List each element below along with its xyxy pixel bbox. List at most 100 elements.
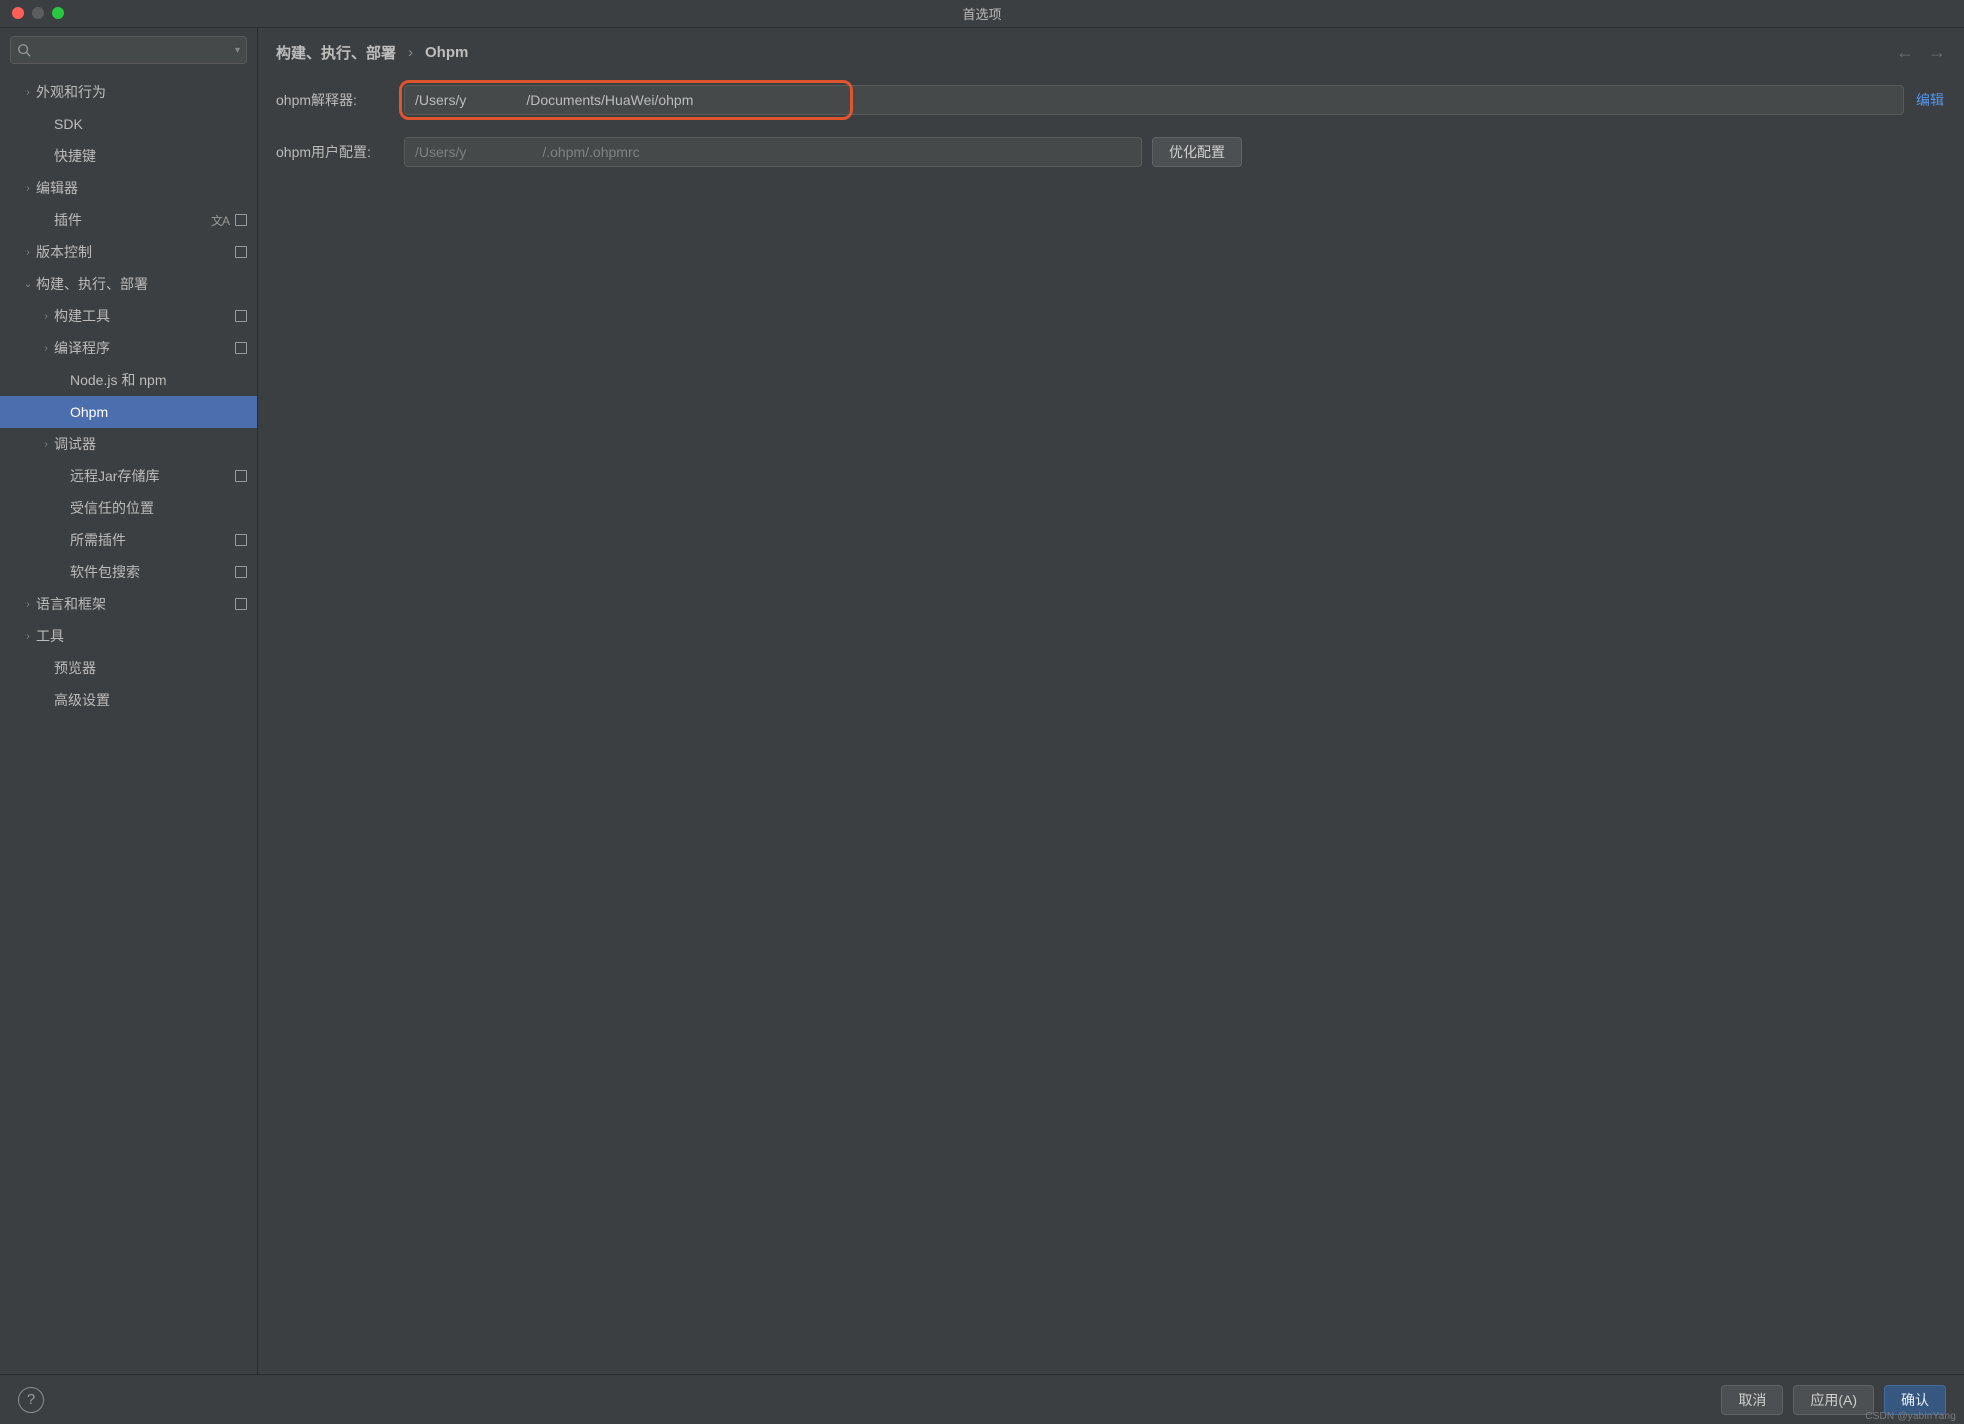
chevron-right-icon[interactable]: › bbox=[20, 631, 36, 642]
sidebar-item[interactable]: SDK bbox=[0, 108, 257, 140]
sidebar-item[interactable]: 快捷键 bbox=[0, 140, 257, 172]
back-icon[interactable]: ← bbox=[1896, 42, 1914, 63]
help-button[interactable]: ? bbox=[18, 1387, 44, 1413]
sidebar-item[interactable]: ›工具 bbox=[0, 620, 257, 652]
chevron-down-icon[interactable]: ⌄ bbox=[20, 279, 36, 290]
chevron-right-icon[interactable]: › bbox=[20, 87, 36, 98]
interpreter-suffix: /Documents/HuaWei/ohpm bbox=[526, 92, 693, 108]
sidebar-item-badges bbox=[235, 566, 247, 578]
sidebar-item-label: SDK bbox=[54, 116, 247, 132]
sidebar-item-badges bbox=[235, 470, 247, 482]
sidebar-item[interactable]: ›版本控制 bbox=[0, 236, 257, 268]
apply-button[interactable]: 应用(A) bbox=[1793, 1385, 1874, 1415]
minimize-icon[interactable] bbox=[32, 7, 44, 19]
window-title: 首选项 bbox=[962, 4, 1001, 23]
optimize-config-button[interactable]: 优化配置 bbox=[1152, 137, 1242, 167]
window-controls bbox=[12, 7, 64, 19]
sidebar-item[interactable]: 软件包搜索 bbox=[0, 556, 257, 588]
watermark: CSDN @yabinYang bbox=[1865, 1411, 1956, 1422]
sidebar-item-label: 高级设置 bbox=[54, 690, 247, 710]
sidebar-item[interactable]: ›调试器 bbox=[0, 428, 257, 460]
sidebar-item-label: Ohpm bbox=[70, 404, 247, 420]
maximize-icon[interactable] bbox=[52, 7, 64, 19]
sidebar-item-badges bbox=[235, 310, 247, 322]
ok-button[interactable]: 确认 bbox=[1884, 1385, 1946, 1415]
project-scope-icon bbox=[235, 598, 247, 610]
settings-tree: ›外观和行为SDK快捷键›编辑器插件文A›版本控制⌄构建、执行、部署›构建工具›… bbox=[0, 72, 257, 1374]
search-wrap: ▾ bbox=[0, 36, 257, 72]
sidebar-item[interactable]: 预览器 bbox=[0, 652, 257, 684]
forward-icon[interactable]: → bbox=[1928, 42, 1946, 63]
sidebar-item-label: 工具 bbox=[36, 626, 247, 646]
preferences-window: 首选项 ▾ ›外观和行为SDK快捷键›编辑器插件文A›版本控制⌄构建、执行、部署… bbox=[0, 0, 1964, 1424]
chevron-right-icon[interactable]: › bbox=[38, 439, 54, 450]
language-icon: 文A bbox=[211, 212, 229, 229]
chevron-right-icon[interactable]: › bbox=[38, 343, 54, 354]
redacted-segment bbox=[468, 145, 540, 159]
sidebar-item-badges: 文A bbox=[211, 212, 247, 229]
chevron-right-icon[interactable]: › bbox=[20, 183, 36, 194]
sidebar-item-label: 受信任的位置 bbox=[70, 498, 247, 518]
close-icon[interactable] bbox=[12, 7, 24, 19]
sidebar-item[interactable]: Node.js 和 npm bbox=[0, 364, 257, 396]
breadcrumb: 构建、执行、部署 › Ohpm ← → bbox=[276, 42, 1946, 63]
sidebar-item-label: 预览器 bbox=[54, 658, 247, 678]
interpreter-field[interactable]: /Users/y /Documents/HuaWei/ohpm bbox=[404, 85, 1904, 115]
sidebar-item-badges bbox=[235, 598, 247, 610]
project-scope-icon bbox=[235, 534, 247, 546]
user-config-prefix: /Users/y bbox=[415, 144, 466, 160]
chevron-right-icon[interactable]: › bbox=[20, 247, 36, 258]
sidebar-item[interactable]: ›构建工具 bbox=[0, 300, 257, 332]
breadcrumb-leaf: Ohpm bbox=[425, 44, 468, 61]
project-scope-icon bbox=[235, 566, 247, 578]
project-scope-icon bbox=[235, 214, 247, 226]
sidebar-item-badges bbox=[235, 534, 247, 546]
project-scope-icon bbox=[235, 310, 247, 322]
sidebar-item[interactable]: ›编辑器 bbox=[0, 172, 257, 204]
sidebar-item-label: 所需插件 bbox=[70, 530, 235, 550]
sidebar-item[interactable]: ⌄构建、执行、部署 bbox=[0, 268, 257, 300]
user-config-field[interactable]: /Users/y /.ohpm/.ohpmrc bbox=[404, 137, 1142, 167]
sidebar-item[interactable]: 受信任的位置 bbox=[0, 492, 257, 524]
chevron-down-icon[interactable]: ▾ bbox=[235, 45, 240, 56]
chevron-right-icon[interactable]: › bbox=[20, 599, 36, 610]
project-scope-icon bbox=[235, 470, 247, 482]
chevron-right-icon[interactable]: › bbox=[38, 311, 54, 322]
search-icon bbox=[17, 43, 31, 57]
footer: ? 取消 应用(A) 确认 bbox=[0, 1374, 1964, 1424]
breadcrumb-root: 构建、执行、部署 bbox=[276, 42, 396, 63]
sidebar-item[interactable]: ›编译程序 bbox=[0, 332, 257, 364]
cancel-button[interactable]: 取消 bbox=[1721, 1385, 1783, 1415]
user-config-suffix: /.ohpm/.ohpmrc bbox=[542, 144, 639, 160]
sidebar-item[interactable]: Ohpm bbox=[0, 396, 257, 428]
sidebar-item-badges bbox=[235, 246, 247, 258]
sidebar-item-label: 编辑器 bbox=[36, 178, 247, 198]
sidebar-item-label: 构建、执行、部署 bbox=[36, 274, 247, 294]
sidebar-item-label: 语言和框架 bbox=[36, 594, 235, 614]
interpreter-edit-link[interactable]: 编辑 bbox=[1914, 90, 1946, 110]
sidebar-item-badges bbox=[235, 342, 247, 354]
main-pane: 构建、执行、部署 › Ohpm ← → ohpm解释器: /Users/y /D… bbox=[258, 28, 1964, 1374]
sidebar-item-label: 构建工具 bbox=[54, 306, 235, 326]
sidebar-item[interactable]: 远程Jar存储库 bbox=[0, 460, 257, 492]
sidebar-item-label: 远程Jar存储库 bbox=[70, 466, 235, 486]
sidebar-item[interactable]: ›语言和框架 bbox=[0, 588, 257, 620]
breadcrumb-nav: ← → bbox=[1896, 42, 1946, 63]
chevron-right-icon: › bbox=[408, 44, 413, 61]
interpreter-prefix: /Users/y bbox=[415, 92, 466, 108]
sidebar-item[interactable]: 所需插件 bbox=[0, 524, 257, 556]
sidebar: ▾ ›外观和行为SDK快捷键›编辑器插件文A›版本控制⌄构建、执行、部署›构建工… bbox=[0, 28, 258, 1374]
sidebar-item-label: 调试器 bbox=[54, 434, 247, 454]
sidebar-item[interactable]: 高级设置 bbox=[0, 684, 257, 716]
sidebar-item[interactable]: 插件文A bbox=[0, 204, 257, 236]
titlebar: 首选项 bbox=[0, 0, 1964, 28]
interpreter-label: ohpm解释器: bbox=[276, 90, 394, 110]
sidebar-item-label: 版本控制 bbox=[36, 242, 235, 262]
sidebar-item-label: 编译程序 bbox=[54, 338, 235, 358]
sidebar-item-label: 软件包搜索 bbox=[70, 562, 235, 582]
search-input[interactable]: ▾ bbox=[10, 36, 247, 64]
sidebar-item-label: 插件 bbox=[54, 210, 211, 230]
project-scope-icon bbox=[235, 246, 247, 258]
window-body: ▾ ›外观和行为SDK快捷键›编辑器插件文A›版本控制⌄构建、执行、部署›构建工… bbox=[0, 28, 1964, 1374]
sidebar-item[interactable]: ›外观和行为 bbox=[0, 76, 257, 108]
